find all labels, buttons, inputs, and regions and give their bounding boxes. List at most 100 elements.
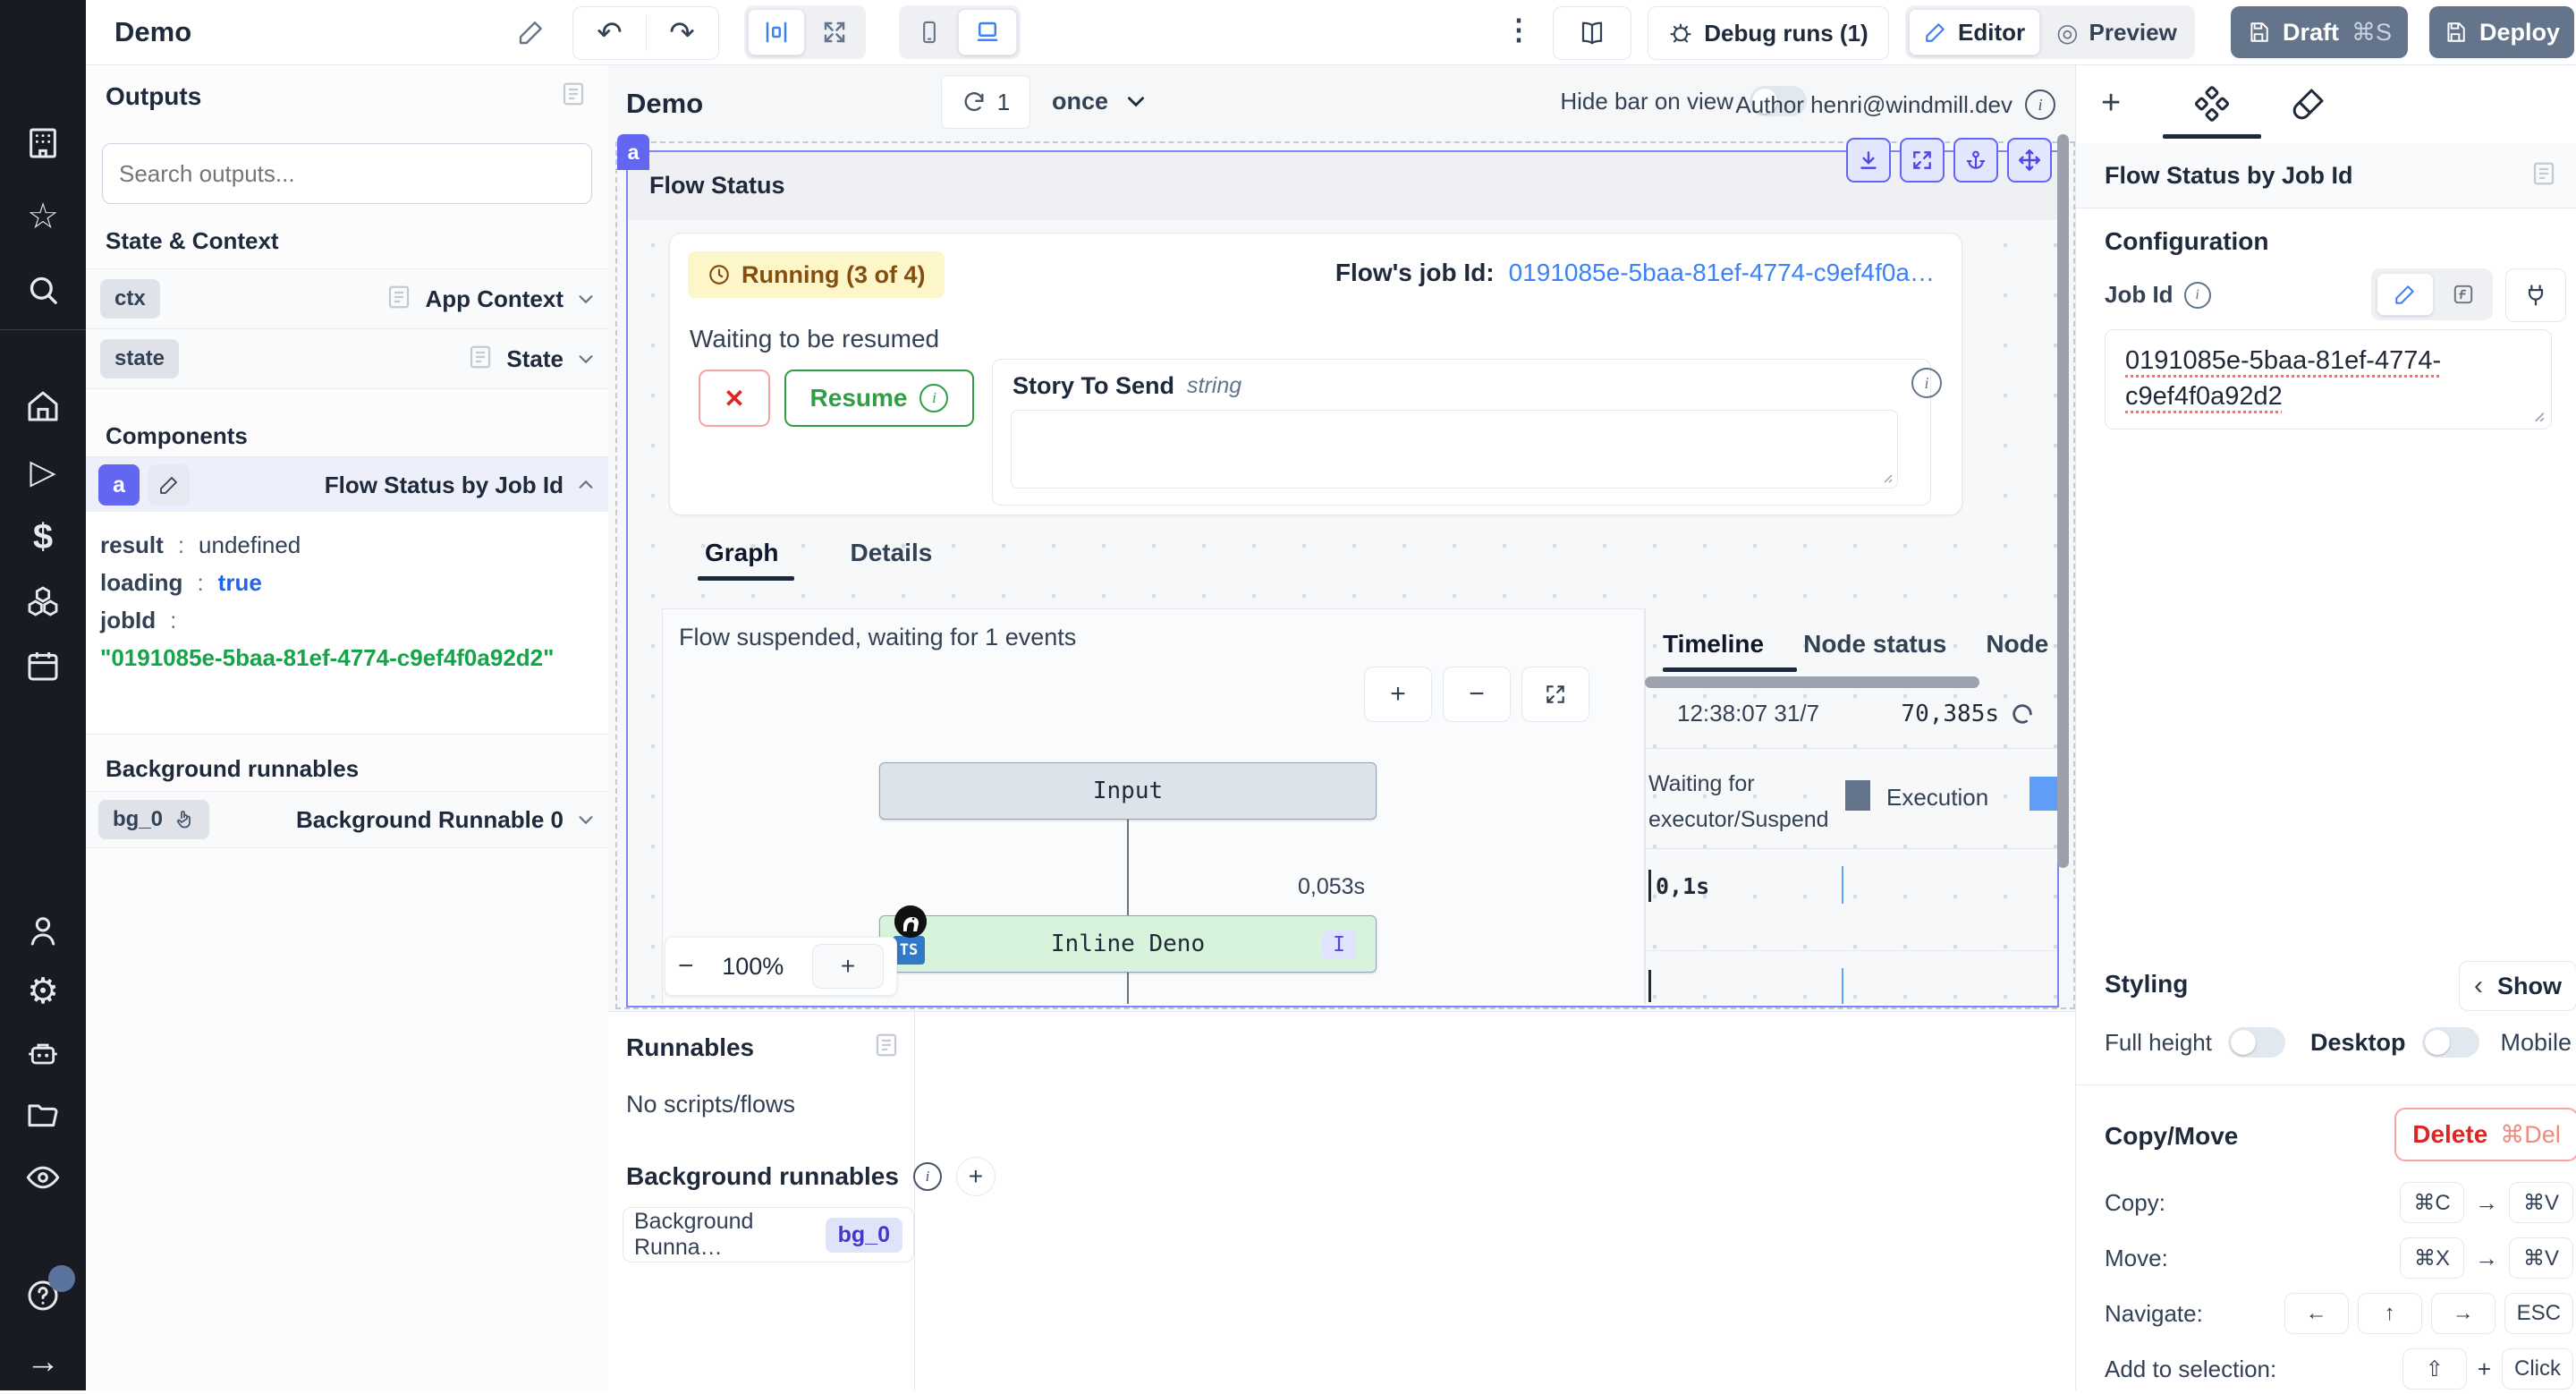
expand-layout-icon: [821, 19, 848, 46]
search-outputs-input[interactable]: [102, 143, 592, 204]
ctx-row[interactable]: ctx App Context: [86, 268, 608, 329]
preview-tab[interactable]: ◎ Preview: [2042, 10, 2191, 55]
tab-css-brush-icon[interactable]: [2291, 86, 2326, 122]
tab-details[interactable]: Details: [850, 539, 932, 567]
state-row[interactable]: state State: [86, 328, 608, 389]
styling-show-button[interactable]: ‹ Show: [2459, 961, 2576, 1011]
component-row-selected[interactable]: a Flow Status by Job Id: [86, 456, 608, 514]
graph-node-input[interactable]: Input: [879, 762, 1377, 820]
timeline-hscrollbar[interactable]: [1645, 676, 1979, 688]
configuration-heading: Configuration: [2105, 227, 2269, 256]
story-textarea[interactable]: [1011, 410, 1898, 489]
node-result-badge[interactable]: I: [1322, 931, 1356, 959]
anchor-component-button[interactable]: [1953, 138, 1998, 183]
redo-button[interactable]: ↷: [647, 15, 718, 51]
tab-graph[interactable]: Graph: [705, 539, 778, 567]
cancel-button[interactable]: ✕: [699, 370, 770, 427]
folders-icon[interactable]: [25, 1097, 61, 1133]
graph-node-inline-deno[interactable]: Inline Deno TS I: [879, 915, 1377, 973]
editor-tab[interactable]: Editor: [1909, 9, 2040, 55]
connect-input-button[interactable]: [2505, 268, 2566, 322]
running-status-badge: Running (3 of 4): [688, 251, 945, 298]
info-icon[interactable]: i: [913, 1162, 942, 1191]
favorites-star-icon[interactable]: ☆: [25, 199, 61, 234]
docs-book-button[interactable]: [1553, 6, 1631, 60]
tab-node-status[interactable]: Node status: [1803, 630, 1946, 659]
runnables-doc-icon[interactable]: [873, 1032, 900, 1062]
workspace-building-icon[interactable]: [25, 125, 61, 161]
home-icon[interactable]: [25, 388, 61, 424]
fullscreen-component-button[interactable]: [1900, 138, 1945, 183]
graph-zoom-in-button[interactable]: +: [1364, 667, 1432, 722]
background-runnables-heading: Background runnables: [106, 755, 359, 783]
chevron-up-icon[interactable]: [576, 475, 596, 495]
info-icon[interactable]: i: [2025, 89, 2055, 120]
schedules-calendar-icon[interactable]: [25, 648, 61, 684]
chevron-down-icon[interactable]: [576, 349, 596, 369]
full-height-toggle[interactable]: [2228, 1027, 2285, 1058]
inspector-panel: + Flow Status by Job Id Configuration Jo…: [2075, 64, 2576, 1390]
form-info-icon[interactable]: i: [1911, 368, 1942, 398]
state-context-heading: State & Context: [106, 227, 279, 255]
tab-insert-plus-icon[interactable]: +: [2101, 88, 2121, 118]
background-runnable-row[interactable]: bg_0 Background Runnable 0: [86, 791, 608, 848]
expand-down-button[interactable]: [1846, 138, 1891, 183]
resources-cubes-icon[interactable]: [25, 583, 61, 619]
component-tab-handle[interactable]: a: [617, 134, 649, 170]
background-runnable-item[interactable]: Background Runna… bg_0: [623, 1207, 914, 1262]
hide-bar-label: Hide bar on view: [1560, 88, 1733, 115]
search-icon[interactable]: [25, 272, 61, 308]
more-menu-kebab-icon[interactable]: ⋮: [1504, 13, 1533, 47]
deploy-button[interactable]: Deploy: [2429, 6, 2574, 58]
inspector-doc-icon[interactable]: [2530, 160, 2557, 191]
resume-button[interactable]: Resume i: [784, 370, 974, 427]
job-id-value-line1: 0191085e-5baa-81ef-4774-: [2125, 343, 2531, 378]
info-icon[interactable]: i: [2184, 282, 2211, 309]
pencil-icon: [158, 474, 180, 496]
canvas-vscrollbar[interactable]: [2057, 134, 2069, 868]
editor-label: Editor: [1958, 19, 2025, 47]
job-id-textarea[interactable]: 0191085e-5baa-81ef-4774- c9ef4f0a92d2: [2105, 329, 2552, 429]
chevron-down-icon[interactable]: [576, 810, 596, 829]
node-duration-label: 0,053s: [1298, 874, 1365, 900]
centered-layout-button[interactable]: [748, 9, 805, 55]
desktop-toggle[interactable]: [2422, 1027, 2479, 1058]
graph-fit-button[interactable]: [1521, 667, 1589, 722]
undo-button[interactable]: ↶: [574, 15, 647, 51]
resize-handle-icon: [2529, 407, 2546, 423]
zoom-out-button[interactable]: −: [678, 951, 694, 982]
refresh-count-button[interactable]: 1: [941, 75, 1030, 129]
zoom-in-button[interactable]: +: [812, 944, 884, 989]
add-background-runnable-button[interactable]: +: [956, 1157, 996, 1196]
audit-eye-icon[interactable]: [25, 1160, 61, 1195]
flow-status-component[interactable]: Flow Status Running (3 of 4) Flow's job …: [626, 150, 2059, 1007]
job-id-link[interactable]: 0191085e-5baa-81ef-4774-c9ef4f0a…: [1509, 259, 1935, 287]
tab-node[interactable]: Node: [1986, 630, 2048, 659]
rename-component-button[interactable]: [148, 464, 190, 506]
function-icon: [2452, 283, 2475, 306]
runs-play-icon[interactable]: ▷: [25, 455, 61, 490]
chevron-down-icon[interactable]: [576, 289, 596, 309]
workers-robot-icon[interactable]: [25, 1036, 61, 1072]
tab-timeline[interactable]: Timeline: [1663, 630, 1764, 659]
expand-rail-arrow-icon[interactable]: →: [25, 1344, 61, 1380]
outputs-doc-icon[interactable]: [560, 81, 587, 111]
run-mode-dropdown[interactable]: once: [1052, 75, 1148, 127]
help-icon[interactable]: [25, 1278, 61, 1313]
static-input-mode-button[interactable]: [2377, 273, 2434, 316]
graph-zoom-out-button[interactable]: −: [1443, 667, 1511, 722]
desktop-view-button[interactable]: [958, 9, 1017, 55]
fx-input-mode-button[interactable]: [2439, 274, 2487, 315]
settings-gear-icon[interactable]: ⚙: [25, 973, 61, 1009]
edit-title-pencil-icon[interactable]: [517, 18, 546, 47]
move-component-button[interactable]: [2007, 138, 2052, 183]
tab-settings-component-icon[interactable]: [2194, 86, 2230, 122]
full-width-layout-button[interactable]: [807, 10, 862, 55]
debug-runs-button[interactable]: Debug runs (1): [1648, 6, 1889, 60]
mobile-view-button[interactable]: [902, 10, 956, 55]
draft-button[interactable]: Draft ⌘S: [2231, 6, 2408, 58]
variables-dollar-icon[interactable]: $: [25, 519, 61, 555]
user-icon[interactable]: [25, 913, 61, 948]
delete-component-button[interactable]: Delete ⌘Del: [2394, 1108, 2576, 1161]
anchor-icon: [1964, 149, 1987, 172]
